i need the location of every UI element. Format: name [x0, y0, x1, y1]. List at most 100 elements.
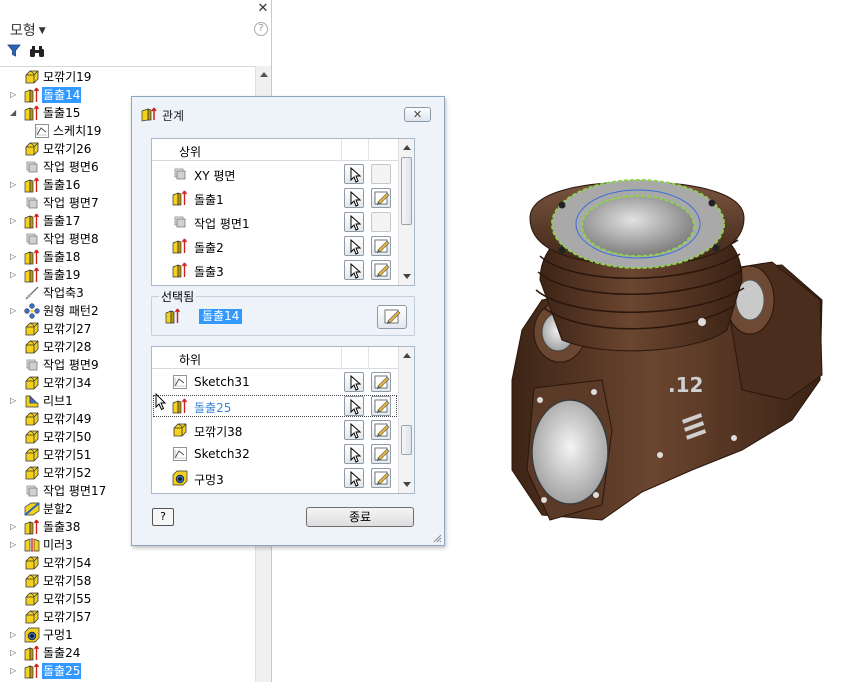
expand-arrow-icon[interactable]: ▷ — [10, 396, 16, 405]
children-scrollbar[interactable] — [398, 347, 414, 493]
expand-arrow-icon[interactable]: ▷ — [10, 252, 16, 261]
tree-node[interactable]: 모깎기57 — [0, 608, 255, 626]
tree-node[interactable]: ▷ 구멍1 — [0, 626, 255, 644]
parent-row-label: XY 평면 — [194, 169, 236, 183]
workplane-icon — [172, 214, 188, 230]
sketch-icon — [172, 446, 188, 462]
dialog-titlebar[interactable]: 관계 ✕ — [132, 97, 444, 127]
edit-selected-button[interactable] — [377, 305, 407, 329]
scroll-up-arrow-icon[interactable] — [403, 145, 411, 150]
workplane-icon — [24, 357, 40, 373]
select-in-model-button[interactable] — [344, 372, 364, 392]
fillet-icon — [24, 411, 40, 427]
tree-node[interactable]: ▷ 돌출24 — [0, 644, 255, 662]
select-in-model-button[interactable] — [344, 468, 364, 488]
expand-arrow-icon[interactable]: ▷ — [10, 306, 16, 315]
tree-node-label: 모깎기28 — [43, 340, 92, 354]
tree-node[interactable]: 모깎기54 — [0, 554, 255, 572]
select-in-model-button[interactable] — [344, 444, 364, 464]
resize-grip-icon[interactable] — [432, 533, 442, 543]
tree-node-label: 돌출16 — [43, 178, 81, 192]
select-in-model-button[interactable] — [344, 236, 364, 256]
parents-list[interactable]: 상위 XY 평면 돌출1 작업 평면1 돌출2 돌출3 — [151, 138, 415, 286]
scroll-up-arrow-icon[interactable] — [260, 72, 268, 77]
children-list[interactable]: 하위 Sketch31 돌출25 모깎기38 Sketch32 구멍3 — [151, 346, 415, 494]
select-in-model-button[interactable] — [344, 188, 364, 208]
select-in-model-button[interactable] — [344, 260, 364, 280]
help-button[interactable]: ? — [152, 508, 174, 526]
scroll-down-arrow-icon[interactable] — [403, 274, 411, 279]
child-row[interactable]: 구멍3 — [152, 466, 398, 490]
select-in-model-button[interactable] — [344, 212, 364, 232]
edit-sketch-icon — [374, 239, 390, 253]
extrude-icon — [24, 105, 40, 121]
child-row[interactable]: Sketch32 — [152, 442, 398, 466]
child-row[interactable]: 돌출25 — [152, 394, 398, 418]
tree-node[interactable]: ▷ 돌출25 — [0, 662, 255, 680]
edit-sketch-icon — [374, 263, 390, 277]
expand-arrow-icon[interactable]: ▷ — [10, 666, 16, 675]
child-row[interactable]: Sketch31 — [152, 370, 398, 394]
select-cursor-icon — [350, 446, 362, 463]
child-row[interactable]: 모깎기38 — [152, 418, 398, 442]
expand-arrow-icon[interactable]: ▷ — [10, 630, 16, 639]
edit-feature-button[interactable] — [371, 372, 391, 392]
tree-node[interactable]: 모깎기58 — [0, 572, 255, 590]
tree-node-label: 작업 평면17 — [43, 484, 107, 498]
expand-arrow-icon[interactable]: ▷ — [10, 90, 16, 99]
edit-feature-button[interactable] — [371, 260, 391, 280]
sketch-icon — [172, 374, 188, 390]
select-in-model-button[interactable] — [344, 396, 364, 416]
tree-node-label: 모깎기57 — [43, 610, 92, 624]
parent-row[interactable]: 돌출1 — [152, 186, 398, 210]
tree-node[interactable]: 모깎기55 — [0, 590, 255, 608]
scroll-thumb[interactable] — [401, 425, 412, 455]
edit-feature-button[interactable] — [371, 236, 391, 256]
tree-node-label: 돌출19 — [43, 268, 81, 282]
parent-row[interactable]: XY 평면 — [152, 162, 398, 186]
edit-sketch-icon — [374, 375, 390, 389]
edit-feature-button[interactable] — [371, 468, 391, 488]
browser-close-icon[interactable]: ✕ — [256, 2, 270, 16]
parent-row[interactable]: 돌출3 — [152, 258, 398, 282]
expand-arrow-icon[interactable]: ▷ — [10, 540, 16, 549]
finish-button[interactable]: 종료 — [306, 507, 414, 527]
tree-node[interactable]: 모깎기19 — [0, 68, 255, 86]
split-icon — [24, 501, 40, 517]
select-in-model-button[interactable] — [344, 420, 364, 440]
edit-feature-button[interactable] — [371, 420, 391, 440]
sketch-icon — [34, 123, 50, 139]
scroll-up-arrow-icon[interactable] — [403, 353, 411, 358]
expand-arrow-icon[interactable]: ▷ — [10, 648, 16, 657]
help-icon[interactable]: ? — [254, 22, 268, 36]
expand-arrow-icon[interactable]: ▷ — [10, 180, 16, 189]
expand-arrow-icon[interactable]: ▷ — [10, 522, 16, 531]
expand-arrow-icon[interactable]: ▷ — [10, 216, 16, 225]
filter-icon[interactable] — [7, 44, 21, 58]
dialog-close-button[interactable]: ✕ — [404, 107, 431, 122]
select-in-model-button[interactable] — [344, 164, 364, 184]
edit-feature-button[interactable] — [371, 188, 391, 208]
scroll-thumb[interactable] — [401, 157, 412, 225]
parent-row[interactable]: 작업 평면1 — [152, 210, 398, 234]
selected-group-label: 선택됨 — [159, 288, 197, 305]
browser-title-dropdown[interactable]: 모형 ▼ — [10, 20, 46, 40]
extrude-icon — [24, 519, 40, 535]
scroll-down-arrow-icon[interactable] — [403, 482, 411, 487]
expand-arrow-icon[interactable]: ▷ — [10, 270, 16, 279]
select-cursor-icon — [350, 422, 362, 439]
parent-row[interactable]: 돌출2 — [152, 234, 398, 258]
select-cursor-icon — [350, 166, 362, 183]
find-binoculars-icon[interactable] — [29, 45, 45, 58]
parents-scrollbar[interactable] — [398, 139, 414, 285]
tree-node-label: 모깎기50 — [43, 430, 92, 444]
edit-sketch-icon — [374, 447, 390, 461]
edit-feature-button[interactable] — [371, 444, 391, 464]
selected-feature-name: 돌출14 — [199, 309, 243, 324]
chevron-down-icon: ▼ — [38, 26, 46, 36]
tree-node-label: 작업 평면9 — [43, 358, 99, 372]
collapse-arrow-icon[interactable]: ◢ — [10, 108, 16, 117]
edit-feature-button[interactable] — [371, 396, 391, 416]
tree-node-label: 모깎기52 — [43, 466, 92, 480]
engraving-text: .12 — [668, 373, 703, 397]
